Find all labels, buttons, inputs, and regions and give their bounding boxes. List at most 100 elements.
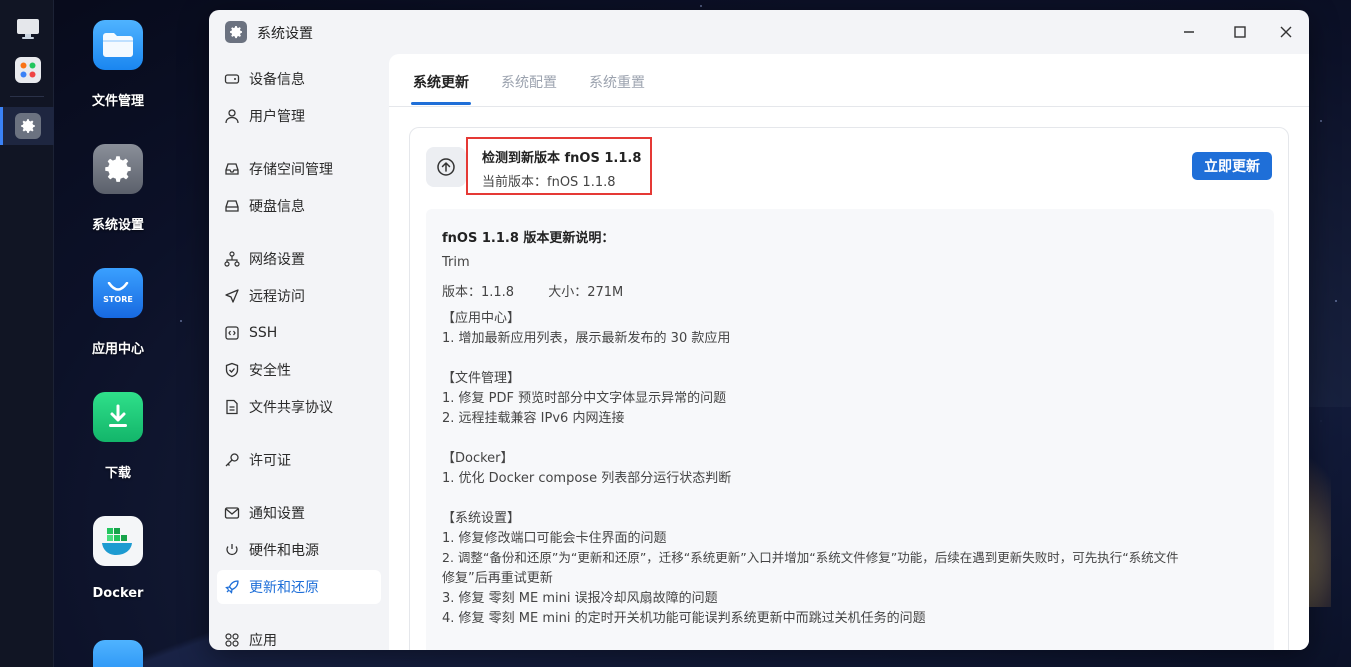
sidebar-item-file-sharing[interactable]: 文件共享协议 — [217, 390, 381, 424]
release-notes-heading: fnOS 1.1.8 版本更新说明： — [442, 231, 615, 246]
window-titlebar[interactable]: 系统设置 — [209, 10, 1309, 54]
release-notes-meta: 版本：1.1.8 大小：271M — [442, 281, 653, 300]
mail-icon — [223, 504, 241, 522]
desktop-icon-label: Docker — [92, 586, 144, 601]
note-line: 1. 增加最新应用列表，展示最新发布的 30 款应用 — [442, 331, 731, 346]
sync-icon — [93, 640, 143, 667]
settings-gear-icon — [225, 21, 247, 43]
note-line: 【应用中心】 — [442, 311, 521, 326]
code-icon — [223, 324, 241, 342]
release-notes-vendor: Trim — [442, 255, 470, 270]
sidebar-item-label: 网络设置 — [249, 252, 305, 268]
note-line: 2. 调整“备份和还原”为“更新和还原”，迁移“系统更新”入口并增加“系统文件修… — [442, 550, 1179, 565]
release-size: 大小：271M — [548, 285, 624, 300]
note-line: 【文件管理】 — [442, 371, 521, 386]
tab-active-underline — [411, 102, 471, 105]
note-line: 修复”后再重试更新 — [442, 571, 553, 586]
shield-icon — [223, 361, 241, 379]
desktop-icon-docker[interactable]: Docker — [78, 516, 158, 601]
sidebar-item-label: 应用 — [249, 633, 277, 649]
upgrade-arrow-icon — [426, 147, 466, 187]
sidebar-item-label: 硬件和电源 — [249, 543, 319, 559]
taskbar-settings-gear-icon[interactable] — [15, 113, 41, 139]
sidebar-item-users[interactable]: 用户管理 — [217, 99, 381, 133]
sidebar-item-update-restore[interactable]: 更新和还原 — [217, 570, 381, 604]
sidebar-item-label: 许可证 — [249, 453, 291, 469]
minimize-icon[interactable] — [1179, 22, 1199, 42]
update-now-button[interactable]: 立即更新 — [1192, 152, 1272, 180]
note-line: 2. 远程挂载兼容 IPv6 内网连接 — [442, 411, 625, 426]
store-badge-text: STORE — [103, 295, 133, 304]
docker-icon — [93, 516, 143, 566]
sidebar-item-label: 更新和还原 — [249, 580, 319, 596]
sidebar-item-label: 用户管理 — [249, 109, 305, 125]
desktop-icon-label: 应用中心 — [91, 342, 144, 357]
tab-bar: 系统更新 系统配置 系统重置 — [389, 54, 1309, 107]
taskbar — [0, 0, 54, 667]
tab-system-update[interactable]: 系统更新 — [413, 72, 469, 92]
apps-icon — [223, 631, 241, 649]
sidebar-item-apps[interactable]: 应用 — [217, 623, 381, 650]
tab-system-reset[interactable]: 系统重置 — [589, 72, 645, 92]
desktop-icon-file-manager[interactable]: 文件管理 — [78, 20, 158, 109]
download-icon — [93, 392, 143, 442]
note-line: 1. 修复 PDF 预览时部分中文字体显示异常的问题 — [442, 391, 727, 406]
network-icon — [223, 250, 241, 268]
disk-icon — [223, 197, 241, 215]
note-line: 3. 修复 零刻 ME mini 误报冷却风扇故障的问题 — [442, 591, 718, 606]
release-version: 版本：1.1.8 — [442, 285, 515, 300]
sidebar-item-ssh[interactable]: SSH — [217, 316, 381, 350]
sidebar-item-label: 设备信息 — [249, 72, 305, 88]
desktop-icon-app-center[interactable]: STORE 应用中心 — [78, 268, 158, 357]
sidebar-item-network[interactable]: 网络设置 — [217, 242, 381, 276]
maximize-icon[interactable] — [1230, 22, 1250, 42]
note-line: 【系统设置】 — [442, 511, 521, 526]
sidebar-item-notifications[interactable]: 通知设置 — [217, 496, 381, 530]
window-title: 系统设置 — [257, 26, 313, 42]
settings-window: 系统设置 设备信息 用户管理 存储空间管理 硬盘信息 网络设置 远程访问 SSH… — [209, 10, 1309, 650]
tab-system-config[interactable]: 系统配置 — [501, 72, 557, 92]
sidebar-item-disk-info[interactable]: 硬盘信息 — [217, 189, 381, 223]
sidebar-item-label: 存储空间管理 — [249, 162, 333, 178]
desktop-monitor-icon[interactable] — [15, 16, 41, 42]
gear-icon — [93, 144, 143, 194]
desktop-icon-label: 系统设置 — [91, 218, 144, 233]
desktop-icon-label: 文件管理 — [91, 94, 144, 109]
close-icon[interactable] — [1276, 22, 1296, 42]
send-icon — [223, 287, 241, 305]
note-line: 【Docker】 — [442, 451, 514, 466]
release-notes: fnOS 1.1.8 版本更新说明： Trim 版本：1.1.8 大小：271M… — [426, 209, 1274, 650]
rocket-icon — [223, 578, 241, 596]
settings-sidebar: 设备信息 用户管理 存储空间管理 硬盘信息 网络设置 远程访问 SSH 安全性 — [209, 54, 389, 650]
power-icon — [223, 541, 241, 559]
sidebar-item-label: 通知设置 — [249, 506, 305, 522]
new-version-title: 检测到新版本 fnOS 1.1.8 — [482, 151, 642, 166]
sidebar-item-storage[interactable]: 存储空间管理 — [217, 152, 381, 186]
app-launcher-icon[interactable] — [15, 57, 41, 83]
file-icon — [223, 398, 241, 416]
storage-icon — [223, 160, 241, 178]
desktop-icon-download[interactable]: 下载 — [78, 392, 158, 481]
store-icon: STORE — [93, 268, 143, 318]
desktop-icon-settings[interactable]: 系统设置 — [78, 144, 158, 233]
settings-main-panel: 系统更新 系统配置 系统重置 检测到新版本 fnOS 1.1.8 当前版本：fn… — [389, 54, 1309, 650]
sidebar-item-hardware-power[interactable]: 硬件和电源 — [217, 533, 381, 567]
key-icon — [223, 451, 241, 469]
desktop-icon-partial[interactable] — [78, 640, 158, 667]
note-line: 4. 修复 零刻 ME mini 的定时开关机功能可能误判系统更新中而跳过关机任… — [442, 611, 926, 626]
desktop-icon-label: 下载 — [104, 466, 131, 481]
note-line: 1. 优化 Docker compose 列表部分运行状态判断 — [442, 471, 732, 486]
sidebar-item-license[interactable]: 许可证 — [217, 443, 381, 477]
sidebar-item-label: 文件共享协议 — [249, 400, 333, 416]
sidebar-item-label: 安全性 — [249, 363, 291, 379]
sidebar-item-device-info[interactable]: 设备信息 — [217, 62, 381, 96]
taskbar-active-indicator — [0, 107, 3, 145]
taskbar-divider — [10, 96, 44, 97]
sidebar-item-label: 远程访问 — [249, 289, 305, 305]
device-icon — [223, 70, 241, 88]
current-version: 当前版本：fnOS 1.1.8 — [482, 175, 616, 190]
sidebar-item-security[interactable]: 安全性 — [217, 353, 381, 387]
sidebar-item-remote-access[interactable]: 远程访问 — [217, 279, 381, 313]
user-icon — [223, 107, 241, 125]
note-line: 1. 修复修改端口可能会卡住界面的问题 — [442, 531, 667, 546]
